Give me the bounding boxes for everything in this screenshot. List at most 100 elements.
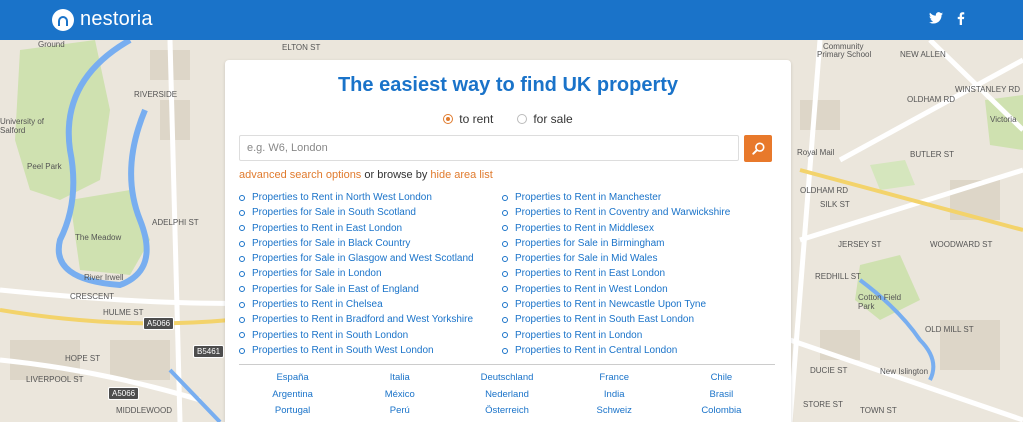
map-label: DUCIE ST bbox=[810, 366, 848, 375]
nestoria-logo-icon bbox=[52, 8, 74, 31]
area-link[interactable]: Properties to Rent in South East London bbox=[502, 312, 730, 327]
sale-radio-label: for sale bbox=[533, 112, 573, 126]
map-label: River Irwell bbox=[84, 273, 124, 282]
map-label: New Islington bbox=[880, 367, 929, 376]
road-badge: A5066 bbox=[143, 317, 175, 330]
area-link[interactable]: Properties to Rent in London bbox=[502, 328, 730, 343]
area-list: Properties to Rent in North West London … bbox=[239, 190, 779, 358]
country-link[interactable]: Schweiz bbox=[561, 404, 668, 418]
map-label: Primary School bbox=[817, 50, 872, 59]
browse-text: or browse by bbox=[364, 169, 428, 181]
map-label: OLD MILL ST bbox=[925, 325, 974, 334]
twitter-icon[interactable] bbox=[929, 12, 943, 24]
country-link[interactable]: India bbox=[561, 388, 668, 402]
area-link[interactable]: Properties to Rent in Manchester bbox=[502, 190, 730, 205]
map-label: NEW ALLEN bbox=[900, 50, 946, 59]
area-link[interactable]: Properties to Rent in North West London bbox=[239, 190, 502, 205]
map-label: RIVERSIDE bbox=[134, 90, 178, 99]
sale-radio[interactable]: for sale bbox=[517, 112, 573, 126]
area-link[interactable]: Properties to Rent in West London bbox=[502, 282, 730, 297]
hide-area-list-link[interactable]: hide area list bbox=[430, 169, 492, 181]
map-label: ELTON ST bbox=[282, 43, 321, 52]
social-links bbox=[929, 12, 965, 25]
map-label: University of Salford bbox=[0, 117, 45, 135]
country-links: España Italia Deutschland France Chile A… bbox=[239, 371, 775, 418]
map-label: JERSEY ST bbox=[838, 240, 882, 249]
country-link[interactable]: España bbox=[239, 371, 346, 385]
options-line: advanced search options or browse by hid… bbox=[239, 169, 493, 181]
facebook-icon[interactable] bbox=[957, 12, 965, 25]
radio-unselected-icon[interactable] bbox=[517, 114, 528, 124]
map-label: TOWN ST bbox=[860, 406, 897, 415]
country-link[interactable]: Portugal bbox=[239, 404, 346, 418]
rent-radio-label: to rent bbox=[459, 112, 494, 126]
area-link[interactable]: Properties to Rent in Coventry and Warwi… bbox=[502, 205, 730, 220]
search-button[interactable] bbox=[744, 135, 772, 162]
country-link[interactable]: Chile bbox=[668, 371, 775, 385]
map-label: REDHILL ST bbox=[815, 272, 861, 281]
map-label: Peel Park bbox=[27, 162, 62, 171]
country-link[interactable]: Italia bbox=[346, 371, 453, 385]
area-link[interactable]: Properties to Rent in Bradford and West … bbox=[239, 312, 502, 327]
area-list-right: Properties to Rent in Manchester Propert… bbox=[502, 190, 730, 358]
country-link[interactable]: Perú bbox=[346, 404, 453, 418]
top-bar: nestoria bbox=[0, 0, 1023, 40]
map-label: Royal Mail bbox=[797, 148, 835, 157]
area-link[interactable]: Properties to Rent in South London bbox=[239, 328, 502, 343]
area-link[interactable]: Properties for Sale in Mid Wales bbox=[502, 251, 730, 266]
country-link[interactable]: Argentina bbox=[239, 388, 346, 402]
country-link[interactable]: Colombia bbox=[668, 404, 775, 418]
area-link[interactable]: Properties for Sale in East of England bbox=[239, 282, 502, 297]
radio-selected-icon[interactable] bbox=[443, 114, 454, 124]
country-link[interactable]: Nederland bbox=[453, 388, 560, 402]
map-label: ADELPHI ST bbox=[152, 218, 199, 227]
logo-text: nestoria bbox=[80, 8, 153, 30]
country-link[interactable]: México bbox=[346, 388, 453, 402]
country-link[interactable]: Österreich bbox=[453, 404, 560, 418]
map-label: HOPE ST bbox=[65, 354, 101, 363]
rent-radio[interactable]: to rent bbox=[443, 112, 493, 126]
map-label: CRESCENT bbox=[70, 292, 115, 301]
area-link[interactable]: Properties to Rent in Central London bbox=[502, 343, 730, 358]
country-link[interactable]: Deutschland bbox=[453, 371, 560, 385]
search-input[interactable] bbox=[239, 135, 739, 161]
map-label: The Meadow bbox=[75, 233, 122, 242]
page-title: The easiest way to find UK property bbox=[337, 74, 679, 96]
map-label: LIVERPOOL ST bbox=[26, 375, 84, 384]
map-label: HULME ST bbox=[103, 308, 144, 317]
map-label: Cotton Field Park bbox=[858, 293, 902, 311]
listing-type-radios: to rent for sale bbox=[225, 112, 791, 126]
advanced-search-link[interactable]: advanced search options bbox=[239, 169, 361, 181]
road-badge: B5461 bbox=[193, 345, 225, 358]
map-label: WOODWARD ST bbox=[930, 240, 993, 249]
map-label: WINSTANLEY RD bbox=[955, 85, 1021, 94]
area-link[interactable]: Properties to Rent in South West London bbox=[239, 343, 502, 358]
divider bbox=[239, 364, 775, 365]
map-label: SILK ST bbox=[820, 200, 850, 209]
area-list-left: Properties to Rent in North West London … bbox=[239, 190, 502, 358]
country-link[interactable]: Brasil bbox=[668, 388, 775, 402]
map-label: BUTLER ST bbox=[910, 150, 955, 159]
area-link[interactable]: Properties for Sale in Glasgow and West … bbox=[239, 251, 502, 266]
area-link[interactable]: Properties to Rent in Newcastle Upon Tyn… bbox=[502, 297, 730, 312]
area-link[interactable]: Properties for Sale in South Scotland bbox=[239, 205, 502, 220]
map-label: MIDDLEWOOD bbox=[116, 406, 172, 415]
country-link[interactable]: France bbox=[561, 371, 668, 385]
area-link[interactable]: Properties to Rent in East London bbox=[239, 221, 502, 236]
area-link[interactable]: Properties to Rent in Chelsea bbox=[239, 297, 502, 312]
map-label: STORE ST bbox=[803, 400, 843, 409]
area-link[interactable]: Properties to Rent in East London bbox=[502, 266, 730, 281]
map-label: Ground bbox=[38, 40, 65, 49]
search-card: The easiest way to find UK property to r… bbox=[225, 60, 791, 422]
search-icon bbox=[751, 142, 765, 155]
area-link[interactable]: Properties for Sale in Birmingham bbox=[502, 236, 730, 251]
area-link[interactable]: Properties to Rent in Middlesex bbox=[502, 221, 730, 236]
logo[interactable]: nestoria bbox=[52, 8, 153, 31]
road-badge: A5066 bbox=[108, 387, 140, 400]
map-label: OLDHAM RD bbox=[907, 95, 956, 104]
search-row bbox=[239, 135, 772, 162]
map-label: Victoria bbox=[990, 115, 1017, 124]
area-link[interactable]: Properties for Sale in Black Country bbox=[239, 236, 502, 251]
area-link[interactable]: Properties for Sale in London bbox=[239, 266, 502, 281]
map-label: OLDHAM RD bbox=[800, 186, 849, 195]
